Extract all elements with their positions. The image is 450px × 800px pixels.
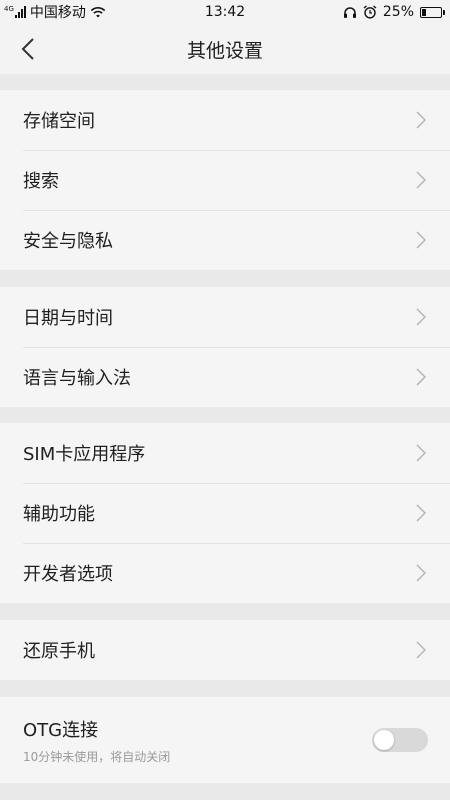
menu-item-label: 还原手机 <box>23 641 95 662</box>
menu-item-accessibility[interactable]: 辅助功能 <box>0 483 450 543</box>
settings-group-storage-security: 存储空间 搜索 安全与隐私 <box>0 90 450 270</box>
alarm-clock-icon <box>363 5 377 19</box>
settings-group-sim-accessibility-dev: SIM卡应用程序 辅助功能 开发者选项 <box>0 423 450 603</box>
menu-item-storage[interactable]: 存储空间 <box>0 90 450 150</box>
network-type-label: 4G <box>4 5 14 13</box>
chevron-right-icon <box>416 444 426 462</box>
toggle-knob <box>374 730 394 750</box>
menu-item-label: SIM卡应用程序 <box>23 444 146 465</box>
chevron-right-icon <box>416 308 426 326</box>
menu-item-sim-toolkit[interactable]: SIM卡应用程序 <box>0 423 450 483</box>
otg-connection-row: OTG连接 10分钟未使用，将自动关闭 <box>0 697 450 783</box>
page-title: 其他设置 <box>186 39 263 62</box>
chevron-right-icon <box>416 368 426 386</box>
settings-group-otg: OTG连接 10分钟未使用，将自动关闭 <box>0 697 450 783</box>
otg-toggle-switch[interactable] <box>372 728 428 752</box>
chevron-left-icon[interactable] <box>18 37 42 61</box>
carrier-name: 中国移动 <box>29 5 86 21</box>
menu-item-label: 开发者选项 <box>23 564 113 585</box>
settings-group-reset: 还原手机 <box>0 620 450 680</box>
menu-item-reset-phone[interactable]: 还原手机 <box>0 620 450 680</box>
menu-item-date-time[interactable]: 日期与时间 <box>0 287 450 347</box>
menu-item-label: 日期与时间 <box>23 308 113 329</box>
otg-label: OTG连接 <box>23 719 99 741</box>
battery-percent: 25% <box>382 4 414 20</box>
otg-subtitle: 10分钟未使用，将自动关闭 <box>23 749 171 764</box>
battery-icon <box>420 6 445 18</box>
status-bar: 4G 中国移动 13:42 25% <box>0 0 450 24</box>
menu-item-language-input[interactable]: 语言与输入法 <box>0 347 450 407</box>
header-bar: 其他设置 <box>0 24 450 74</box>
menu-item-security-privacy[interactable]: 安全与隐私 <box>0 210 450 270</box>
wifi-icon <box>90 7 106 18</box>
chevron-right-icon <box>416 111 426 129</box>
menu-item-label: 安全与隐私 <box>23 231 113 252</box>
headset-icon <box>343 6 356 18</box>
menu-item-label: 存储空间 <box>23 111 95 132</box>
menu-item-label: 搜索 <box>23 171 59 192</box>
menu-item-label: 辅助功能 <box>23 504 95 525</box>
network-type-indicator: 4G <box>4 6 26 18</box>
chevron-right-icon <box>416 231 426 249</box>
signal-strength-icon <box>14 6 26 18</box>
clock: 13:42 <box>204 4 246 20</box>
chevron-right-icon <box>416 171 426 189</box>
settings-group-date-language: 日期与时间 语言与输入法 <box>0 287 450 407</box>
chevron-right-icon <box>416 641 426 659</box>
chevron-right-icon <box>416 504 426 522</box>
chevron-right-icon <box>416 564 426 582</box>
battery-level-fill <box>422 8 427 16</box>
menu-item-label: 语言与输入法 <box>23 368 131 389</box>
menu-item-developer-options[interactable]: 开发者选项 <box>0 543 450 603</box>
menu-item-search[interactable]: 搜索 <box>0 150 450 210</box>
